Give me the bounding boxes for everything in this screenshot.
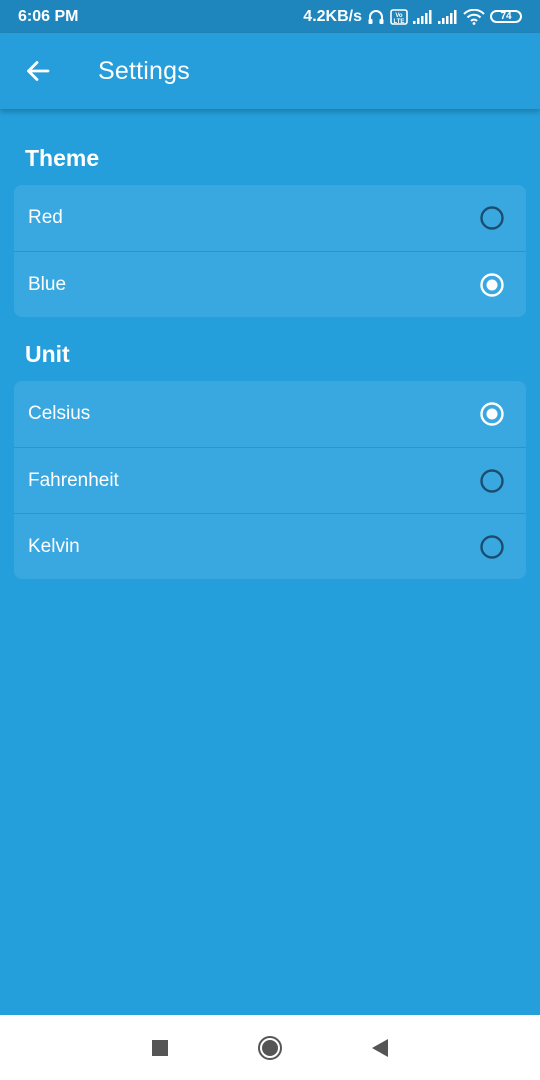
option-red[interactable]: Red (14, 185, 526, 251)
signal-icon (438, 9, 458, 24)
system-nav-bar (0, 1015, 540, 1080)
option-fahrenheit[interactable]: Fahrenheit (14, 447, 526, 513)
radio-unselected-icon[interactable] (479, 534, 505, 560)
battery-icon: 74 (490, 10, 522, 23)
volte-icon: Vo LTE (390, 8, 408, 25)
option-celsius[interactable]: Celsius (14, 381, 526, 447)
radio-unselected-icon[interactable] (479, 468, 505, 494)
option-label: Red (28, 207, 63, 228)
arrow-left-icon (27, 61, 50, 81)
settings-content: Theme Red Blue Unit Celsius Fahrenheit K… (14, 109, 526, 579)
status-time: 6:06 PM (18, 7, 79, 25)
radio-selected-icon[interactable] (479, 401, 505, 427)
radio-unselected-icon[interactable] (479, 205, 505, 231)
theme-options-card: Red Blue (14, 185, 526, 317)
wifi-icon (463, 8, 485, 25)
status-bar: 6:06 PM 4.2KB/s Vo LTE 74 (0, 0, 540, 33)
home-circle-icon[interactable] (257, 1035, 283, 1061)
recents-square-icon[interactable] (151, 1039, 169, 1057)
page-title: Settings (98, 56, 190, 85)
option-label: Fahrenheit (28, 469, 119, 491)
headphones-icon (367, 9, 385, 25)
option-label: Kelvin (28, 535, 80, 557)
section-title-unit: Unit (25, 341, 70, 367)
radio-selected-icon[interactable] (479, 272, 505, 298)
unit-options-card: Celsius Fahrenheit Kelvin (14, 381, 526, 579)
app-bar: Settings (0, 33, 540, 109)
signal-icon (413, 9, 433, 24)
option-label: Blue (28, 273, 67, 295)
option-blue[interactable]: Blue (14, 251, 526, 317)
back-button[interactable] (10, 43, 66, 99)
svg-text:LTE: LTE (394, 19, 405, 25)
back-triangle-icon[interactable] (371, 1038, 389, 1058)
network-speed: 4.2KB/s (303, 7, 362, 25)
status-icons: 4.2KB/s Vo LTE 74 (303, 8, 522, 26)
option-kelvin[interactable]: Kelvin (14, 513, 526, 579)
option-label: Celsius (28, 403, 91, 424)
section-title-theme: Theme (25, 145, 100, 171)
